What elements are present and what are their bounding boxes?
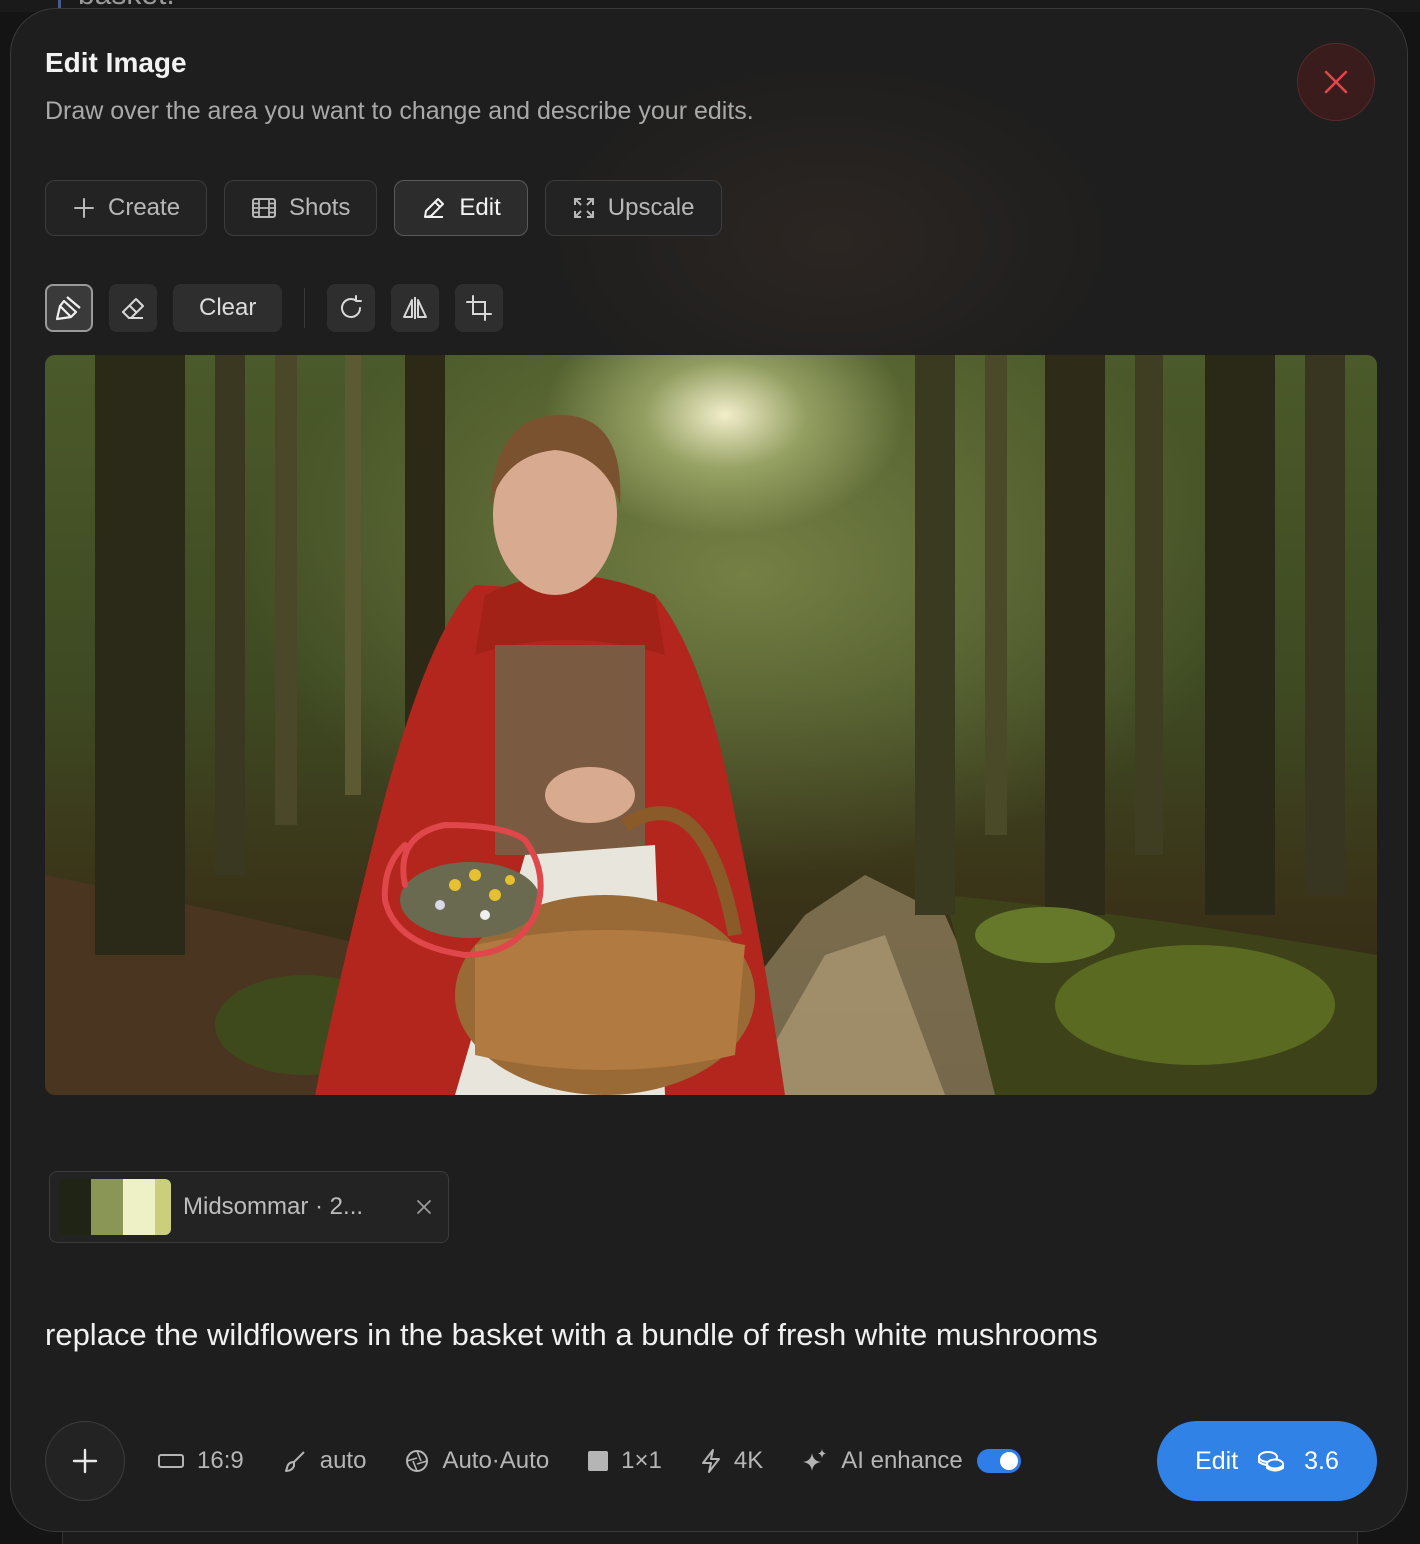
aspect-ratio-icon: [158, 1454, 184, 1468]
eraser-tool-button[interactable]: [109, 284, 157, 332]
model-value: Auto·Auto: [442, 1447, 550, 1474]
mode-tabs: Create Shots Edit Upscale: [45, 180, 722, 236]
tab-edit[interactable]: Edit: [394, 180, 528, 236]
image-canvas[interactable]: [45, 355, 1377, 1095]
forest-girl-image: [45, 355, 1377, 1095]
pencil-icon: [424, 198, 445, 218]
close-icon: [417, 1200, 431, 1214]
flip-icon: [403, 297, 428, 319]
resolution-value: 4K: [733, 1447, 764, 1474]
rotate-button[interactable]: [327, 284, 376, 332]
edit-toolbar: Clear: [45, 284, 504, 332]
tab-edit-label: Edit: [459, 194, 501, 221]
brush-tool-button[interactable]: [45, 284, 93, 332]
edit-image-modal: Edit Image Draw over the area you want t…: [10, 8, 1408, 1532]
submit-cost: 3.6: [1304, 1446, 1339, 1475]
style-option[interactable]: auto: [282, 1447, 367, 1475]
close-icon: [1324, 70, 1348, 94]
flip-button[interactable]: [391, 284, 440, 332]
aspect-ratio-value: 16:9: [197, 1447, 244, 1474]
background-image-peek: [62, 1530, 1358, 1544]
edit-prompt-input[interactable]: replace the wildflowers in the basket wi…: [45, 1317, 1365, 1353]
grid-option[interactable]: 1×1: [587, 1447, 662, 1475]
swatch-2: [91, 1179, 123, 1235]
tab-shots-label: Shots: [289, 194, 351, 221]
style-swatches: [59, 1179, 171, 1235]
sparkle-icon: [803, 1449, 827, 1471]
eraser-icon: [122, 298, 144, 319]
ai-enhance-option[interactable]: AI enhance: [801, 1447, 1021, 1475]
brush-icon: [284, 1451, 305, 1472]
coins-icon: [1258, 1451, 1285, 1472]
tab-shots[interactable]: Shots: [224, 180, 378, 236]
generation-options-bar: 16:9 auto Auto·Auto 1×1 4K AI enhance Ed…: [45, 1421, 1377, 1501]
ai-enhance-toggle[interactable]: [976, 1449, 1021, 1473]
modal-title: Edit Image: [45, 47, 187, 78]
aspect-ratio-option[interactable]: 16:9: [157, 1447, 244, 1475]
brush-icon: [55, 296, 81, 321]
tab-upscale[interactable]: Upscale: [544, 180, 722, 236]
ai-enhance-label: AI enhance: [841, 1447, 963, 1474]
model-option[interactable]: Auto·Auto: [404, 1447, 549, 1475]
add-attachment-button[interactable]: [45, 1421, 125, 1501]
clear-button[interactable]: Clear: [173, 284, 283, 332]
square-icon: [588, 1451, 609, 1471]
rotate-icon: [341, 295, 363, 318]
crop-icon: [466, 295, 493, 321]
aperture-icon: [406, 1450, 429, 1472]
plus-icon: [74, 198, 94, 218]
plus-icon: [72, 1448, 98, 1474]
tab-upscale-label: Upscale: [607, 194, 695, 221]
close-button[interactable]: [1297, 43, 1375, 121]
toolbar-divider: [304, 288, 306, 328]
grid-value: 1×1: [621, 1447, 662, 1474]
swatch-1: [59, 1179, 91, 1235]
crop-button[interactable]: [455, 284, 504, 332]
expand-icon: [573, 198, 594, 218]
resolution-option[interactable]: 4K: [700, 1447, 763, 1475]
modal-subtitle: Draw over the area you want to change an…: [45, 97, 754, 125]
style-chip-label: Midsommar · 2...: [183, 1193, 364, 1220]
submit-label: Edit: [1195, 1446, 1239, 1475]
submit-edit-button[interactable]: Edit 3.6: [1157, 1421, 1377, 1501]
swatch-4: [155, 1179, 171, 1235]
swatch-3: [123, 1179, 155, 1235]
style-reference-chip[interactable]: Midsommar · 2...: [49, 1171, 449, 1243]
lightning-icon: [701, 1449, 720, 1473]
style-value: auto: [319, 1447, 367, 1474]
tab-create[interactable]: Create: [45, 180, 208, 236]
film-icon: [252, 198, 277, 218]
style-chip-remove-button[interactable]: [409, 1192, 439, 1222]
options-row: 16:9 auto Auto·Auto 1×1 4K AI enhance: [157, 1421, 1021, 1501]
tab-create-label: Create: [108, 194, 181, 221]
